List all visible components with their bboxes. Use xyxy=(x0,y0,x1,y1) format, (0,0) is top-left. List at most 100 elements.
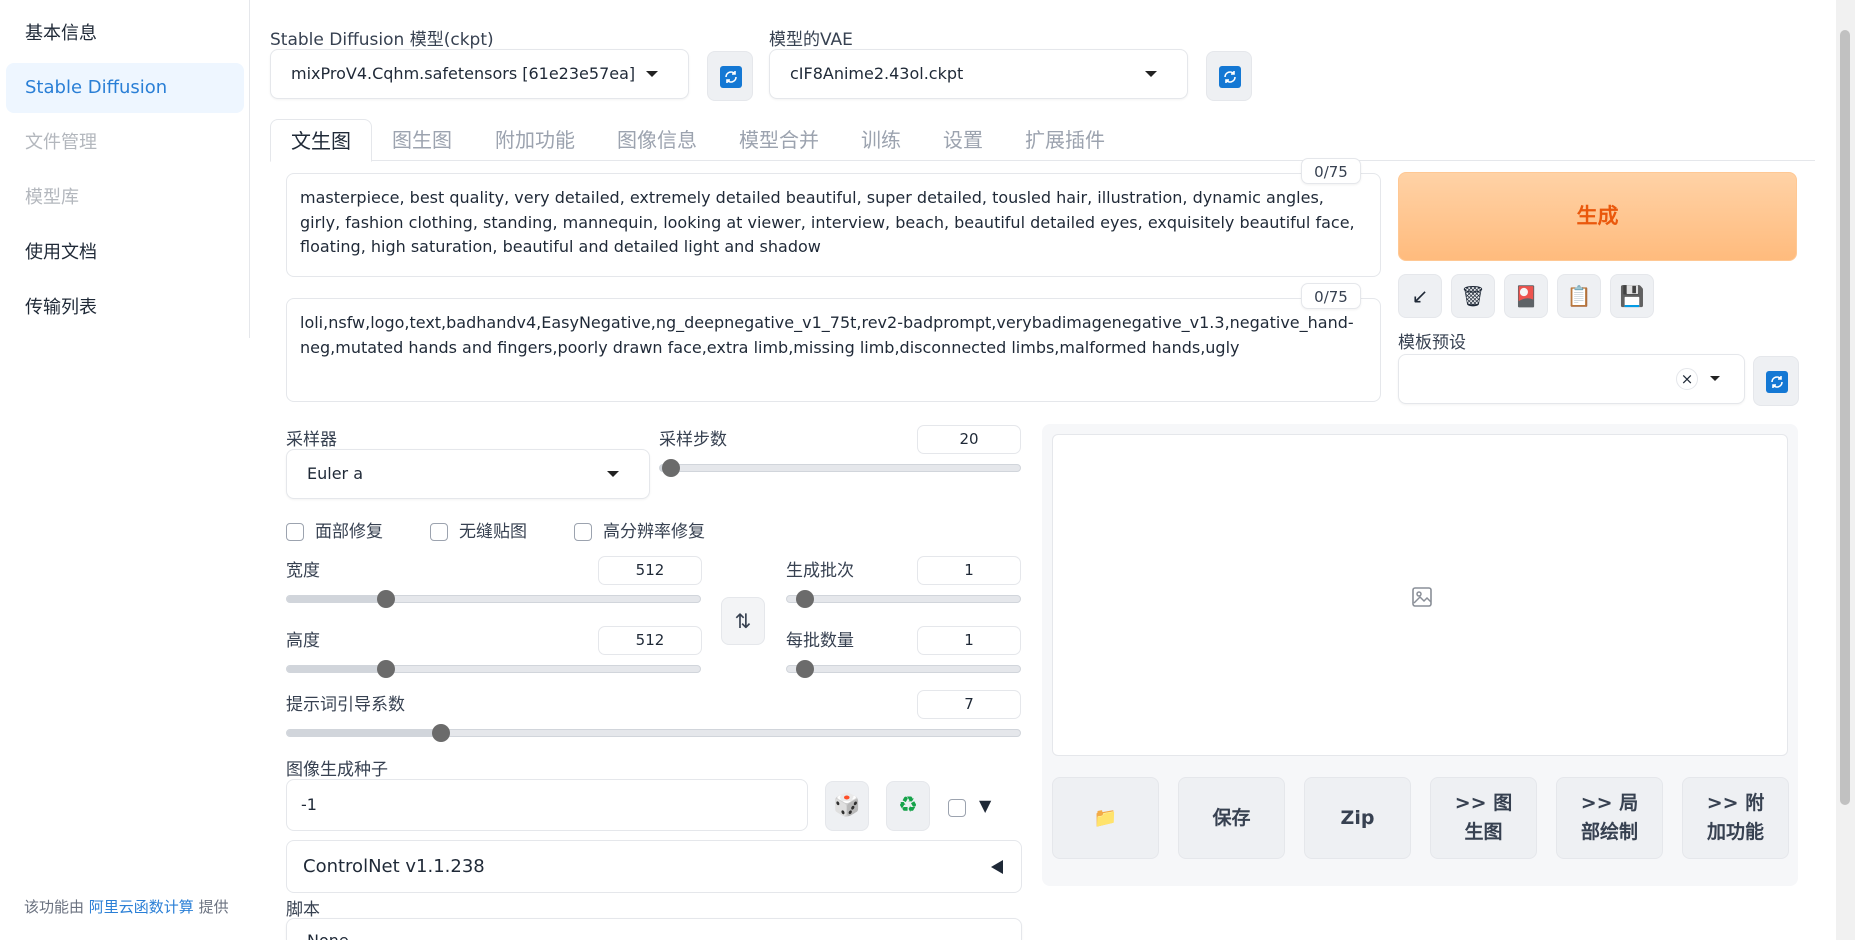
model-label: Stable Diffusion 模型(ckpt) xyxy=(270,30,494,50)
height-input[interactable]: 512 xyxy=(598,626,702,655)
refresh-icon xyxy=(1219,66,1241,88)
tab-train[interactable]: 训练 xyxy=(861,119,901,161)
sampler-value: Euler a xyxy=(307,464,364,483)
tab-extras[interactable]: 附加功能 xyxy=(495,119,575,161)
tiling-checkbox[interactable]: 无缝贴图 xyxy=(430,517,527,542)
zip-button[interactable]: Zip xyxy=(1304,777,1411,859)
cfg-slider[interactable] xyxy=(286,724,1021,742)
sidebar-divider xyxy=(249,0,250,338)
width-label: 宽度 xyxy=(286,561,320,581)
face-restore-checkbox[interactable]: 面部修复 xyxy=(286,517,383,542)
seed-input[interactable]: -1 xyxy=(286,779,808,831)
checkbox-label: 面部修复 xyxy=(315,522,383,542)
cfg-slider-thumb[interactable] xyxy=(432,724,450,742)
sidebar-item-basic-info[interactable]: 基本信息 xyxy=(6,9,244,59)
swap-dimensions-icon[interactable]: ⇅ xyxy=(721,597,765,645)
width-slider[interactable] xyxy=(286,590,701,608)
checkbox-box[interactable] xyxy=(574,523,592,541)
checkbox-box[interactable] xyxy=(430,523,448,541)
generate-button[interactable]: 生成 xyxy=(1398,172,1797,261)
extra-networks-icon[interactable]: 🎴 xyxy=(1504,274,1548,318)
chevron-down-icon xyxy=(607,471,619,477)
refresh-icon xyxy=(720,66,742,88)
tab-settings[interactable]: 设置 xyxy=(943,119,983,161)
sampler-dropdown[interactable]: Euler a xyxy=(286,449,650,499)
negative-prompt-token-counter: 0/75 xyxy=(1301,283,1361,309)
recycle-icon[interactable]: ♻ xyxy=(886,781,930,831)
vae-dropdown[interactable]: cIF8Anime2.43ol.ckpt xyxy=(769,49,1188,99)
extra-seed-toggle-icon[interactable]: ▼ xyxy=(979,796,991,815)
send-to-extras-button[interactable]: >> 附 加功能 xyxy=(1682,777,1789,859)
save-button[interactable]: 保存 xyxy=(1178,777,1285,859)
model-dropdown[interactable]: mixProV4.Cqhm.safetensors [61e23e57ea] xyxy=(270,49,689,99)
tab-model-merge[interactable]: 模型合并 xyxy=(739,119,819,161)
tab-png-info[interactable]: 图像信息 xyxy=(617,119,697,161)
hires-fix-checkbox[interactable]: 高分辨率修复 xyxy=(574,517,705,542)
steps-slider-thumb[interactable] xyxy=(662,459,680,477)
width-slider-thumb[interactable] xyxy=(377,590,395,608)
extra-seed-checkbox[interactable] xyxy=(948,799,966,817)
read-params-icon[interactable]: ↙ xyxy=(1398,274,1442,318)
page-scrollbar[interactable] xyxy=(1836,0,1855,940)
template-refresh-button[interactable] xyxy=(1753,356,1799,406)
prompt-token-counter: 0/75 xyxy=(1301,158,1361,184)
trash-icon[interactable]: 🗑 xyxy=(1451,274,1495,318)
seed-label: 图像生成种子 xyxy=(286,760,388,780)
template-label: 模板预设 xyxy=(1398,333,1466,353)
controlnet-accordion[interactable]: ControlNet v1.1.238 xyxy=(286,840,1022,893)
width-input[interactable]: 512 xyxy=(598,556,702,585)
send-to-inpaint-button[interactable]: >> 局 部绘制 xyxy=(1556,777,1663,859)
sidebar-item-docs[interactable]: 使用文档 xyxy=(6,228,244,278)
height-slider-thumb[interactable] xyxy=(377,660,395,678)
sidebar-item-stable-diffusion[interactable]: Stable Diffusion xyxy=(6,63,244,113)
negative-prompt-textarea[interactable]: loli,nsfw,logo,text,badhandv4,EasyNegati… xyxy=(286,298,1381,402)
controlnet-title: ControlNet v1.1.238 xyxy=(303,856,485,877)
output-gallery[interactable] xyxy=(1052,434,1788,756)
steps-slider[interactable] xyxy=(659,459,1021,477)
footer-suffix: 提供 xyxy=(193,898,229,916)
send-to-img2img-button[interactable]: >> 图 生图 xyxy=(1430,777,1537,859)
steps-input[interactable]: 20 xyxy=(917,425,1021,454)
batch-size-slider-thumb[interactable] xyxy=(796,660,814,678)
main-tabs: 文生图 图生图 附加功能 图像信息 模型合并 训练 设置 扩展插件 xyxy=(270,119,1815,162)
height-slider[interactable] xyxy=(286,660,701,678)
batch-count-label: 生成批次 xyxy=(786,561,854,581)
scrollbar-thumb[interactable] xyxy=(1840,30,1850,805)
template-dropdown[interactable]: × xyxy=(1398,354,1745,404)
dice-icon[interactable]: 🎲 xyxy=(825,781,869,831)
script-dropdown[interactable]: None xyxy=(286,918,1022,940)
batch-count-slider[interactable] xyxy=(786,590,1021,608)
script-value: None xyxy=(307,931,349,940)
sampler-label: 采样器 xyxy=(286,430,337,450)
refresh-icon xyxy=(1766,371,1788,393)
vae-refresh-button[interactable] xyxy=(1206,51,1252,101)
cfg-label: 提示词引导系数 xyxy=(286,695,405,715)
sidebar-item-model-library: 模型库 xyxy=(25,187,79,208)
steps-label: 采样步数 xyxy=(659,430,727,450)
batch-size-input[interactable]: 1 xyxy=(917,626,1021,655)
prompt-textarea[interactable]: masterpiece, best quality, very detailed… xyxy=(286,173,1381,277)
save-style-icon[interactable]: 💾 xyxy=(1610,274,1654,318)
tab-extensions[interactable]: 扩展插件 xyxy=(1025,119,1105,161)
sidebar-footer: 该功能由 阿里云函数计算 提供 xyxy=(24,896,229,917)
checkbox-box[interactable] xyxy=(286,523,304,541)
checkbox-label: 高分辨率修复 xyxy=(603,522,705,542)
batch-size-slider[interactable] xyxy=(786,660,1021,678)
open-folder-icon[interactable]: 📁 xyxy=(1052,777,1159,859)
batch-count-input[interactable]: 1 xyxy=(917,556,1021,585)
footer-link[interactable]: 阿里云函数计算 xyxy=(89,898,194,916)
sidebar: 基本信息 Stable Diffusion 文件管理 模型库 使用文档 传输列表… xyxy=(0,0,250,940)
tab-img2img[interactable]: 图生图 xyxy=(392,119,452,161)
script-label: 脚本 xyxy=(286,900,320,920)
sidebar-item-transfer-list[interactable]: 传输列表 xyxy=(6,283,244,333)
chevron-down-icon xyxy=(646,71,658,77)
chevron-down-icon xyxy=(1710,376,1720,381)
height-label: 高度 xyxy=(286,631,320,651)
vae-label: 模型的VAE xyxy=(769,30,853,50)
model-refresh-button[interactable] xyxy=(707,51,753,101)
clipboard-icon[interactable]: 📋 xyxy=(1557,274,1601,318)
cfg-input[interactable]: 7 xyxy=(917,690,1021,719)
clear-icon[interactable]: × xyxy=(1676,368,1698,390)
batch-count-slider-thumb[interactable] xyxy=(796,590,814,608)
tab-txt2img[interactable]: 文生图 xyxy=(270,119,372,162)
